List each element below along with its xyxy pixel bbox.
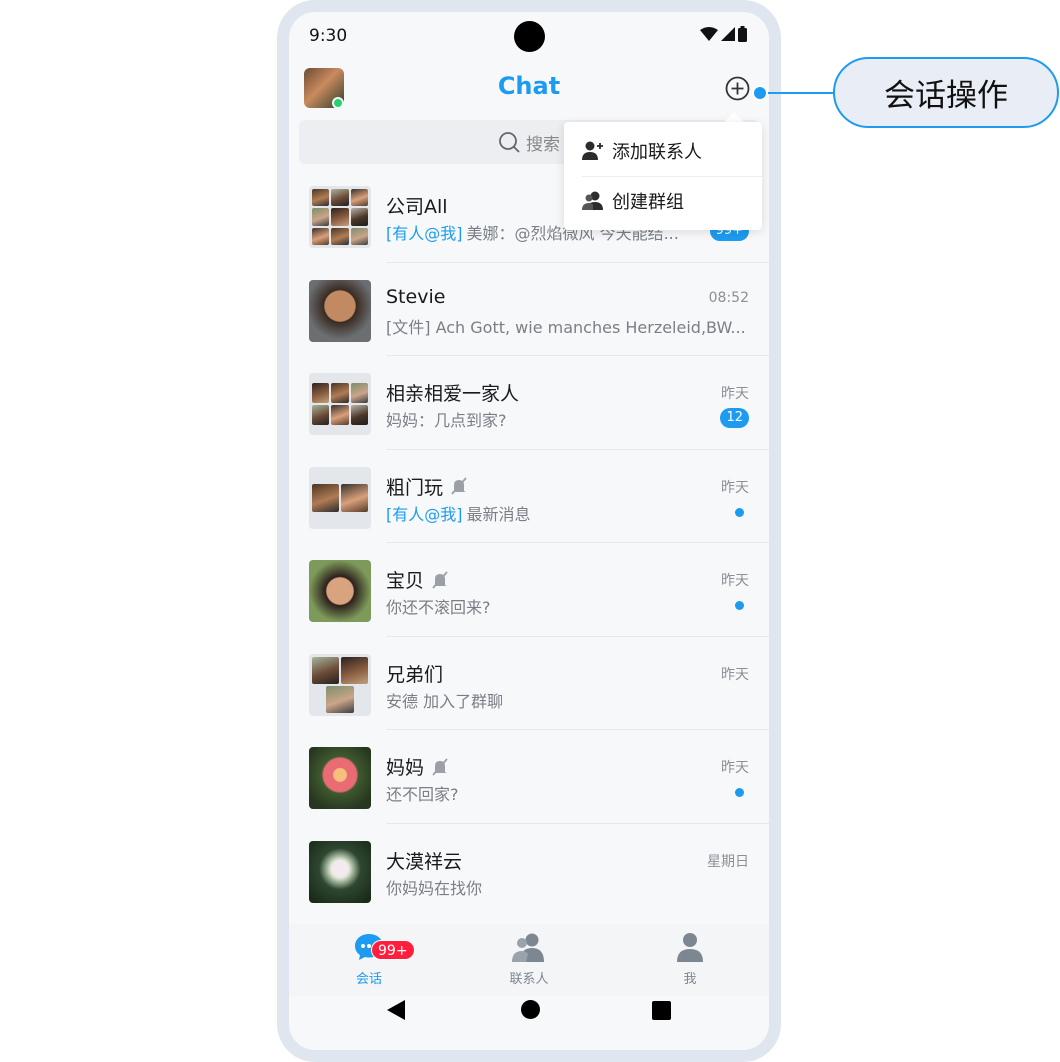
tab-unread-badge: 99+: [371, 940, 415, 960]
front-camera: [514, 21, 545, 52]
mute-bell-icon: [451, 477, 467, 495]
tab-chat[interactable]: 会话 99+: [324, 932, 415, 987]
chat-name: 粗门玩: [386, 473, 469, 500]
group-avatar: [309, 466, 371, 529]
create-group-icon: [582, 191, 603, 210]
chat-preview: 你妈妈在找你: [386, 878, 483, 898]
recents-icon[interactable]: [652, 1001, 671, 1020]
group-avatar: [309, 373, 371, 435]
chat-row[interactable]: 相亲相爱一家人 妈妈：几点到家? 昨天 12: [289, 356, 769, 450]
tab-label: 我: [683, 972, 697, 987]
chat-name: 妈妈: [386, 753, 450, 780]
chat-name: 大漠祥云: [386, 850, 463, 873]
status-icons: [700, 26, 747, 42]
chat-row[interactable]: 粗门玩 [有人@我] 最新消息 昨天: [289, 450, 769, 543]
unread-dot: [735, 507, 744, 517]
menu-item-label: 添加联系人: [612, 142, 702, 163]
callout-line: [760, 92, 838, 94]
system-nav-bar: [289, 1000, 769, 1050]
add-circle-icon[interactable]: [725, 76, 750, 101]
tab-label: 会话: [355, 972, 382, 987]
chat-list: 公司All [有人@我] 美娜：@烈焰微风 今天能结... 99+ Stevie …: [289, 169, 769, 917]
back-icon[interactable]: [387, 1000, 405, 1020]
mute-bell-icon: [432, 570, 448, 589]
chat-name: Stevie: [386, 285, 446, 308]
chat-name: 宝贝: [386, 566, 450, 593]
chat-time: 昨天: [721, 479, 749, 496]
add-contact-icon: [582, 141, 603, 160]
phone-screen: 9:30 Chat 搜索 公司All [有人@我] 美娜：@烈焰微风 今天能结.…: [289, 12, 769, 1050]
contacts-icon: [512, 933, 544, 962]
home-icon[interactable]: [521, 1000, 540, 1019]
contact-avatar: [309, 560, 371, 622]
tab-contacts[interactable]: 联系人: [484, 932, 574, 987]
mention-tag: [有人@我]: [386, 224, 463, 243]
signal-icon: [721, 27, 735, 41]
contact-avatar: [309, 279, 371, 342]
unread-dot: [735, 788, 744, 797]
chat-time: 08:52: [708, 289, 749, 306]
chat-name: 兄弟们: [386, 663, 444, 686]
chat-row[interactable]: 妈妈 还不回家? 昨天: [289, 730, 769, 824]
callout-anchor-dot: [752, 85, 768, 101]
battery-icon: [738, 26, 747, 42]
chat-time: 昨天: [721, 760, 749, 776]
chat-preview: 还不回家?: [386, 785, 459, 804]
chat-preview: 你还不滚回来?: [386, 598, 491, 617]
bottom-tab-bar: 会话 99+ 联系人 我: [289, 924, 769, 996]
chat-time: 昨天: [721, 386, 749, 402]
unread-badge: 12: [720, 408, 749, 428]
chat-row[interactable]: 大漠祥云 你妈妈在找你 星期日: [289, 824, 769, 918]
chat-preview: 妈妈：几点到家?: [386, 411, 507, 430]
unread-dot: [735, 601, 744, 610]
tab-me[interactable]: 我: [645, 932, 735, 987]
chat-name: 公司All: [386, 196, 448, 218]
mute-bell-icon: [432, 757, 448, 776]
menu-item-add-contact[interactable]: 添加联系人: [564, 126, 762, 176]
search-placeholder: 搜索: [526, 134, 560, 155]
menu-item-label: 创建群组: [612, 192, 684, 213]
mention-tag: [有人@我]: [386, 504, 463, 524]
chat-time: 星期日: [707, 853, 749, 870]
search-icon: [499, 132, 520, 153]
chat-name: 相亲相爱一家人: [386, 383, 520, 405]
app-title: Chat: [497, 72, 561, 100]
tab-label: 联系人: [509, 972, 549, 987]
chat-time: 昨天: [721, 666, 749, 683]
chat-preview: 安德 加入了群聊: [386, 691, 504, 711]
actions-dropdown: 添加联系人 创建群组: [564, 122, 762, 230]
wifi-icon: [700, 27, 718, 41]
contact-avatar: [309, 747, 371, 809]
chat-row[interactable]: Stevie [文件] Ach Gott, wie manches Herzel…: [289, 263, 769, 356]
callout-label: 会话操作: [833, 57, 1059, 128]
chat-time: 昨天: [721, 573, 749, 589]
menu-item-create-group[interactable]: 创建群组: [564, 176, 762, 226]
contact-avatar: [309, 840, 371, 903]
chat-row[interactable]: 宝贝 你还不滚回来? 昨天: [289, 543, 769, 637]
chat-preview: [文件] Ach Gott, wie manches Herzeleid,BW.…: [386, 317, 746, 337]
status-time: 9:30: [309, 26, 348, 46]
chat-preview: [有人@我] 最新消息: [386, 504, 531, 524]
group-avatar: [309, 186, 371, 248]
person-icon: [677, 933, 703, 962]
group-avatar: [309, 653, 371, 716]
chat-row[interactable]: 兄弟们 安德 加入了群聊 昨天: [289, 637, 769, 730]
